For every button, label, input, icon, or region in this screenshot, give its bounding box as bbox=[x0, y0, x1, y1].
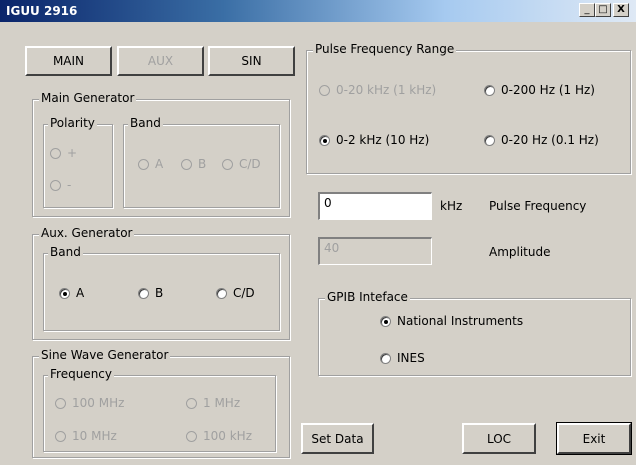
sin-button[interactable]: SIN bbox=[208, 46, 295, 76]
window-title: IGUU 2916 bbox=[6, 4, 78, 18]
amplitude-input: 40 bbox=[318, 237, 432, 265]
sine-10mhz-label: 10 MHz bbox=[72, 429, 117, 443]
range-20hz-radio[interactable]: 0-20 Hz (0.1 Hz) bbox=[484, 133, 599, 147]
sine-1mhz-radio: 1 MHz bbox=[186, 396, 240, 410]
radio-circle bbox=[380, 315, 391, 327]
main-band-cd-radio: C/D bbox=[222, 157, 261, 171]
close-button[interactable]: X bbox=[613, 3, 629, 17]
polarity-minus-radio: - bbox=[50, 178, 71, 192]
main-band-b-radio: B bbox=[181, 157, 206, 171]
sine-100khz-radio: 100 kHz bbox=[186, 429, 252, 443]
radio-circle bbox=[50, 147, 61, 159]
title-bar: IGUU 2916 _ □ X bbox=[0, 0, 636, 22]
radio-circle bbox=[59, 287, 70, 299]
polarity-plus-label: + bbox=[67, 146, 78, 160]
aux-generator-title: Aux. Generator bbox=[39, 226, 135, 240]
loc-button[interactable]: LOC bbox=[462, 423, 536, 454]
gpib-ni-radio[interactable]: National Instruments bbox=[380, 314, 523, 328]
aux-band-title: Band bbox=[48, 245, 83, 259]
radio-circle bbox=[138, 287, 149, 299]
pulse-range-group: Pulse Frequency Range bbox=[306, 42, 631, 174]
range-20khz-label: 0-20 kHz (1 kHz) bbox=[336, 83, 437, 97]
maximize-button[interactable]: □ bbox=[595, 3, 611, 17]
aux-band-b-label: B bbox=[155, 286, 164, 300]
radio-circle bbox=[55, 397, 66, 409]
pulse-frequency-unit: kHz bbox=[440, 199, 463, 213]
set-data-button[interactable]: Set Data bbox=[301, 423, 374, 454]
gpib-ni-label: National Instruments bbox=[397, 314, 524, 328]
polarity-title: Polarity bbox=[48, 116, 97, 130]
main-band-a-label: A bbox=[155, 157, 164, 171]
radio-circle bbox=[186, 430, 197, 442]
sine-10mhz-radio: 10 MHz bbox=[55, 429, 117, 443]
aux-band-b-radio[interactable]: B bbox=[138, 286, 163, 300]
main-button[interactable]: MAIN bbox=[25, 46, 112, 76]
aux-band-cd-label: C/D bbox=[233, 286, 255, 300]
gpib-title: GPIB Inteface bbox=[325, 290, 410, 304]
radio-circle bbox=[186, 397, 197, 409]
amplitude-label: Amplitude bbox=[489, 245, 551, 259]
radio-circle bbox=[138, 158, 149, 170]
main-band-b-label: B bbox=[198, 157, 207, 171]
pulse-frequency-label: Pulse Frequency bbox=[489, 199, 587, 213]
range-20khz-radio: 0-20 kHz (1 kHz) bbox=[319, 83, 436, 97]
range-200hz-label: 0-200 Hz (1 Hz) bbox=[501, 83, 595, 97]
pulse-frequency-input[interactable]: 0 bbox=[318, 192, 432, 220]
exit-button[interactable]: Exit bbox=[556, 422, 632, 455]
aux-band-a-radio[interactable]: A bbox=[59, 286, 84, 300]
polarity-plus-radio: + bbox=[50, 146, 77, 160]
radio-circle bbox=[55, 430, 66, 442]
aux-button: AUX bbox=[117, 46, 204, 76]
radio-circle bbox=[319, 134, 330, 146]
range-2khz-label: 0-2 kHz (10 Hz) bbox=[336, 133, 430, 147]
polarity-group: Polarity bbox=[43, 116, 113, 208]
main-band-cd-label: C/D bbox=[239, 157, 261, 171]
sine-100mhz-radio: 100 MHz bbox=[55, 396, 124, 410]
range-200hz-radio[interactable]: 0-200 Hz (1 Hz) bbox=[484, 83, 595, 97]
minimize-button[interactable]: _ bbox=[579, 3, 595, 17]
radio-circle bbox=[181, 158, 192, 170]
sine-generator-title: Sine Wave Generator bbox=[39, 348, 171, 362]
range-2khz-radio[interactable]: 0-2 kHz (10 Hz) bbox=[319, 133, 429, 147]
sine-100mhz-label: 100 MHz bbox=[72, 396, 125, 410]
radio-circle bbox=[380, 352, 391, 364]
polarity-minus-label: - bbox=[67, 178, 72, 192]
range-20hz-label: 0-20 Hz (0.1 Hz) bbox=[501, 133, 599, 147]
radio-circle bbox=[319, 84, 330, 96]
gpib-group: GPIB Inteface bbox=[318, 290, 631, 376]
radio-circle bbox=[216, 287, 227, 299]
radio-circle bbox=[484, 84, 495, 96]
sine-100khz-label: 100 kHz bbox=[203, 429, 252, 443]
gpib-ines-radio[interactable]: INES bbox=[380, 351, 425, 365]
pulse-range-title: Pulse Frequency Range bbox=[313, 42, 457, 56]
main-band-title: Band bbox=[128, 116, 163, 130]
radio-circle bbox=[50, 179, 61, 191]
main-generator-title: Main Generator bbox=[39, 91, 137, 105]
aux-band-cd-radio[interactable]: C/D bbox=[216, 286, 255, 300]
radio-circle bbox=[222, 158, 233, 170]
radio-circle bbox=[484, 134, 495, 146]
sine-frequency-title: Frequency bbox=[48, 367, 114, 381]
sine-1mhz-label: 1 MHz bbox=[203, 396, 241, 410]
aux-band-a-label: A bbox=[76, 286, 85, 300]
gpib-ines-label: INES bbox=[397, 351, 425, 365]
main-band-a-radio: A bbox=[138, 157, 163, 171]
